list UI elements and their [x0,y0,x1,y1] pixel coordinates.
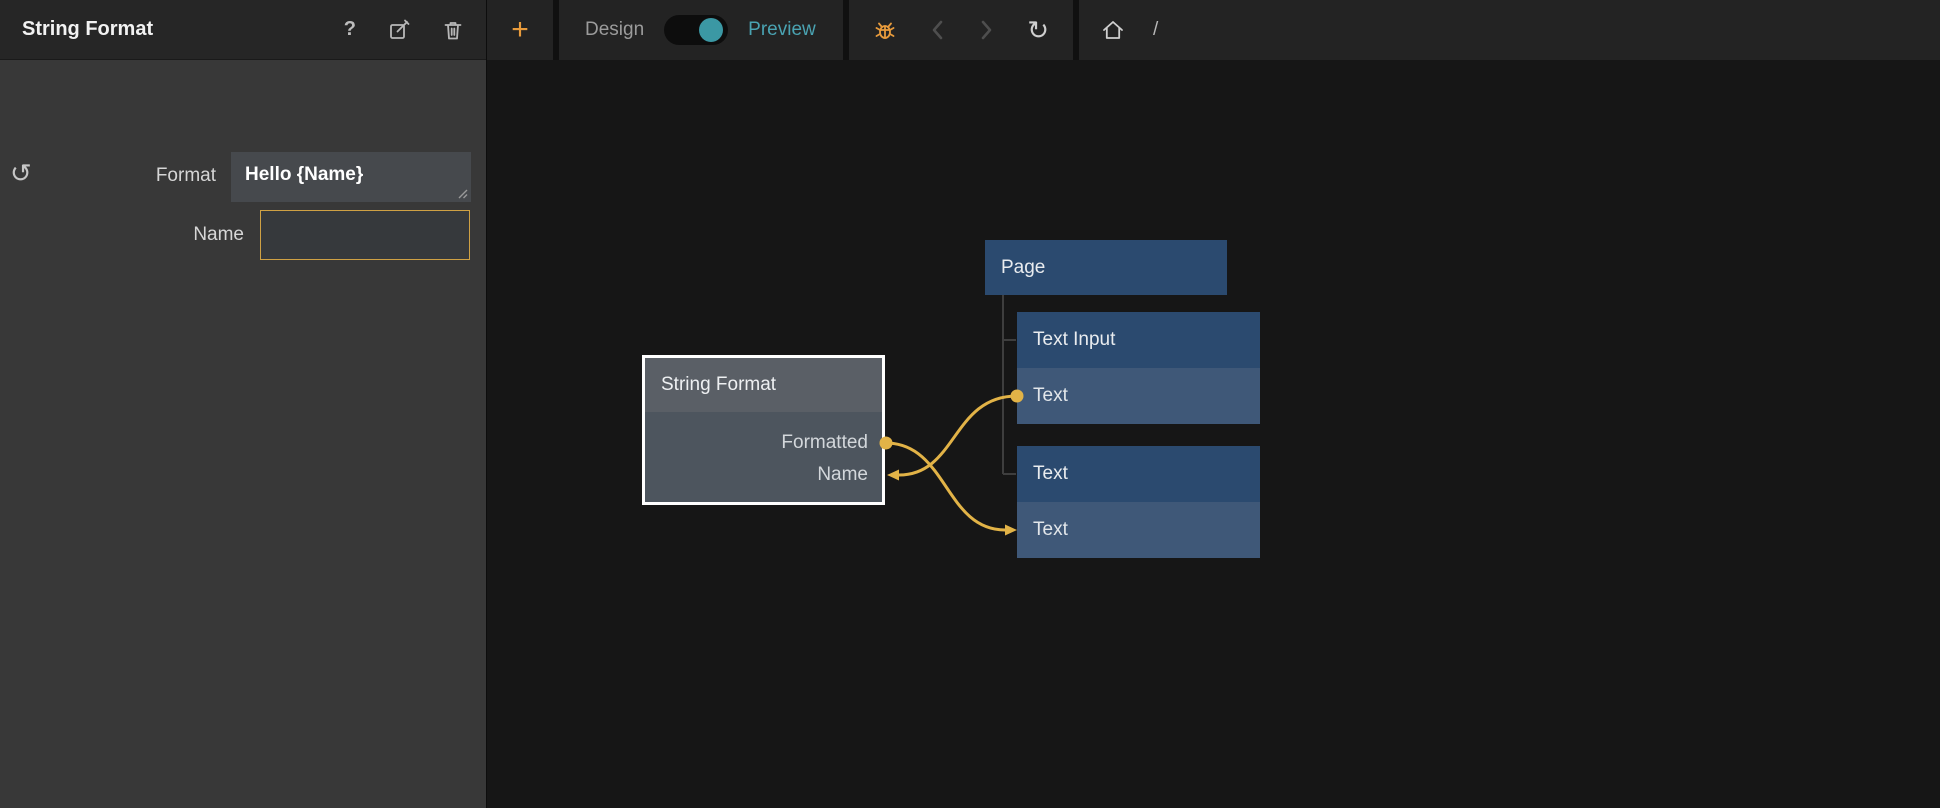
design-mode-label[interactable]: Design [585,19,644,41]
node-text-input-title: Text Input [1017,312,1260,368]
add-node-button[interactable]: + [511,15,529,45]
chevron-left-icon [931,19,945,41]
back-button[interactable] [931,19,945,41]
name-input[interactable] [260,210,470,260]
mode-toggle-section: Design Preview [559,0,843,60]
node-page-title: Page [985,240,1227,295]
node-text[interactable]: Text Text [1017,446,1260,558]
node-page[interactable]: Page [985,240,1227,295]
add-node-section: + [487,0,553,60]
node-graph-canvas[interactable]: Page Text Input Text Text Text String Fo… [487,60,1940,808]
help-button[interactable]: ? [344,18,356,41]
home-button[interactable] [1101,19,1125,41]
edit-button[interactable] [388,19,410,41]
app-window: String Format ? ↺ Format Hello [0,0,1940,808]
property-panel: String Format ? ↺ Format Hello [0,0,487,808]
port-name-input[interactable]: Name [645,459,882,491]
node-text-port-text[interactable]: Text [1017,502,1260,558]
toggle-knob [699,18,723,42]
design-preview-toggle[interactable] [664,15,728,45]
preview-mode-label[interactable]: Preview [748,19,816,41]
node-string-format-ports: Formatted Name [645,412,882,491]
top-toolbar: + Design Preview [487,0,1940,60]
port-formatted-output[interactable]: Formatted [645,427,882,459]
name-field-label: Name [0,224,244,246]
panel-actions: ? [344,18,464,41]
chevron-right-icon [979,19,993,41]
refresh-button[interactable]: ↻ [1027,17,1049,43]
edit-icon [388,19,410,41]
home-icon [1101,19,1125,41]
node-text-input-port-text[interactable]: Text [1017,368,1260,424]
panel-title: String Format [22,18,153,41]
node-string-format-title: String Format [645,358,882,412]
url-bar-section: / [1079,0,1940,60]
node-text-input[interactable]: Text Input Text [1017,312,1260,424]
node-text-title: Text [1017,446,1260,502]
wire-textinput-to-name [899,396,1017,475]
trash-icon [442,19,464,41]
property-panel-header: String Format ? [0,0,486,60]
debug-button[interactable] [873,18,897,42]
format-field-label: Format [0,165,216,187]
wire-arrowhead-text [1005,525,1017,536]
wire-formatted-to-text [886,443,1005,530]
format-input[interactable]: Hello {Name} [231,152,471,202]
property-panel-body: ↺ Format Hello {Name} Name [0,60,486,808]
forward-button[interactable] [979,19,993,41]
breadcrumb-path[interactable]: / [1153,19,1158,41]
tree-line [1003,295,1016,474]
node-string-format-selected[interactable]: String Format Formatted Name [642,355,885,505]
debug-nav-section: ↻ [849,0,1073,60]
wire-arrowhead-name [887,470,899,481]
bug-icon [873,18,897,42]
delete-button[interactable] [442,19,464,41]
